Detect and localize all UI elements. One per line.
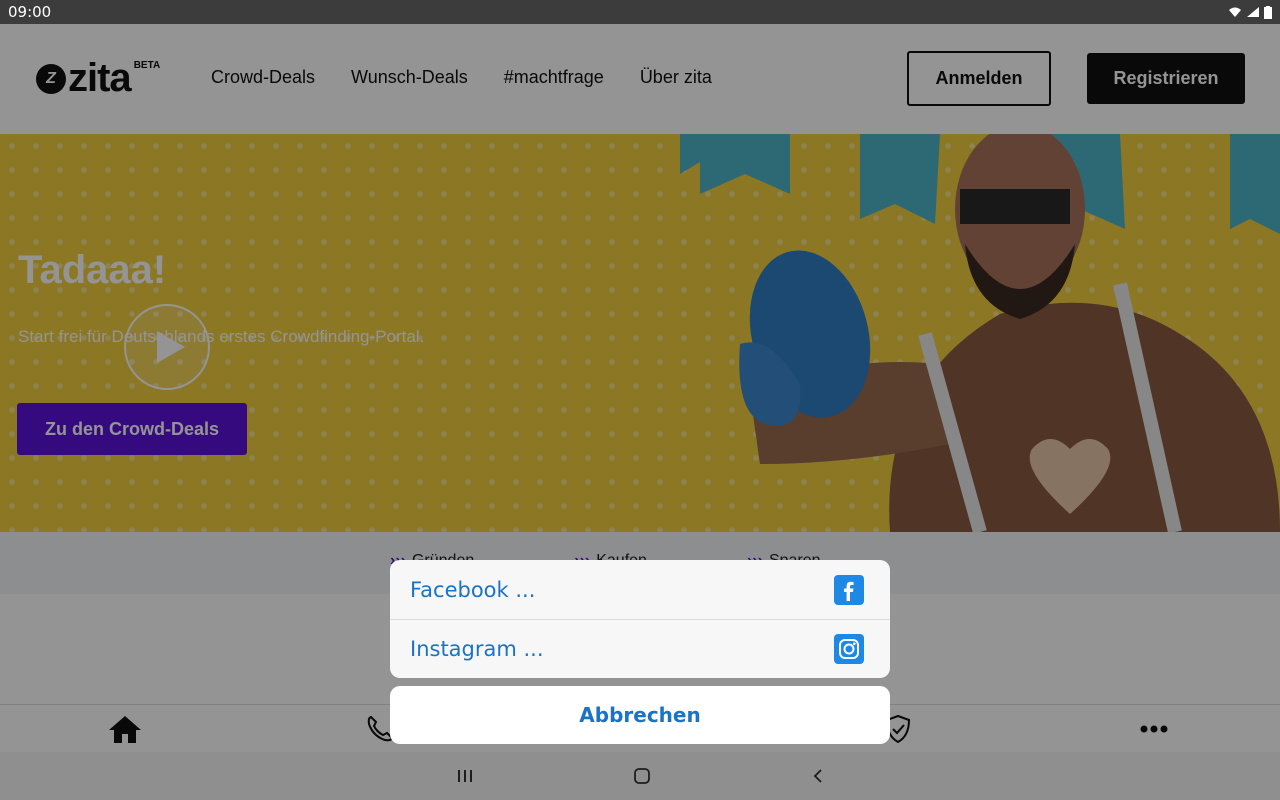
battery-icon	[1264, 5, 1272, 19]
status-bar: 09:00	[0, 0, 1280, 24]
signal-icon	[1247, 7, 1259, 17]
share-options: Facebook ... Instagram ...	[390, 560, 890, 678]
facebook-icon	[834, 574, 864, 605]
share-facebook-label: Facebook ...	[410, 577, 536, 602]
share-instagram-label: Instagram ...	[410, 637, 544, 661]
instagram-icon	[834, 634, 864, 664]
share-facebook-option[interactable]: Facebook ...	[390, 560, 890, 619]
share-action-sheet: Facebook ... Instagram ... Abbrechen	[390, 560, 890, 744]
status-time: 09:00	[8, 3, 52, 21]
wifi-icon	[1229, 7, 1241, 17]
status-icons	[1228, 5, 1272, 19]
cancel-button[interactable]: Abbrechen	[390, 686, 890, 744]
share-instagram-option[interactable]: Instagram ...	[390, 619, 890, 678]
